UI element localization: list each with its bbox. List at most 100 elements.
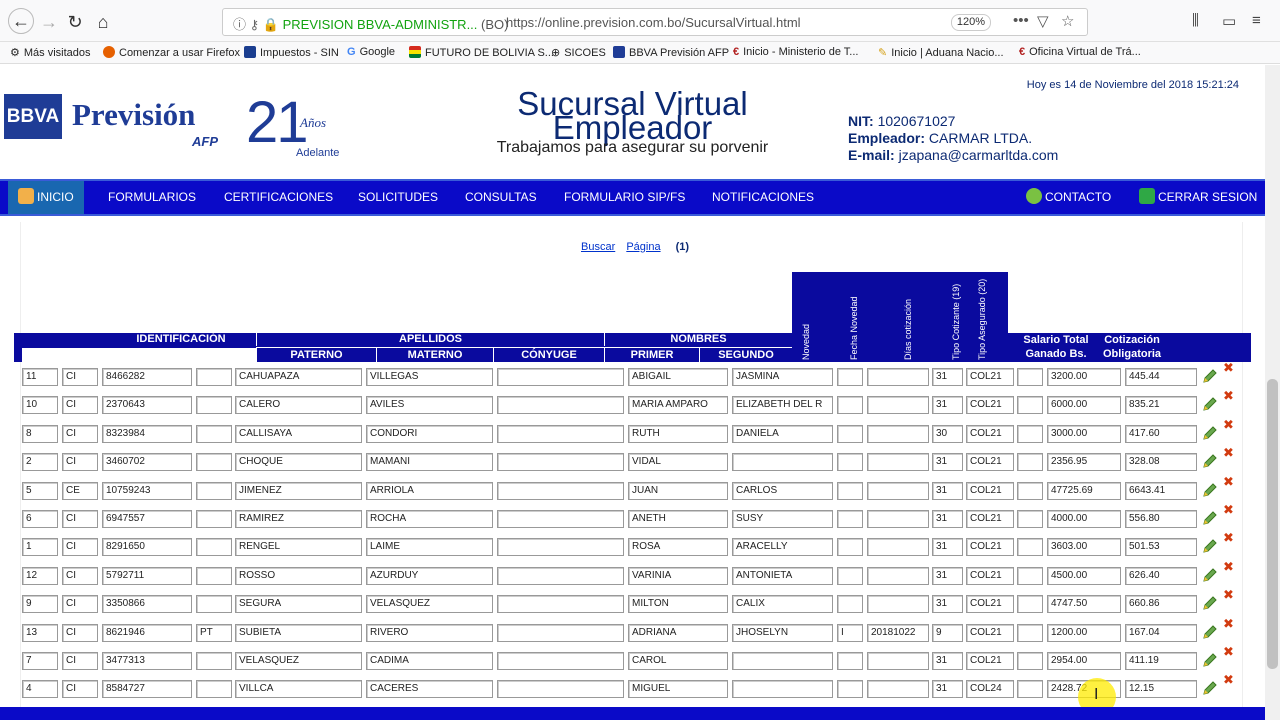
edit-pencil-icon[interactable] — [1202, 396, 1218, 412]
cell-fecha-novedad[interactable] — [867, 566, 929, 585]
cell-tipo-cotizante[interactable]: COL21 — [966, 453, 1014, 472]
cell-primer-nombre[interactable]: VIDAL — [628, 453, 728, 472]
cell-row-number[interactable]: 12 — [22, 566, 58, 585]
cell-doc-number[interactable]: 8584727 — [102, 680, 192, 699]
cell-novedad[interactable] — [837, 595, 863, 614]
cell-doc-number[interactable]: 3477313 — [102, 652, 192, 670]
cell-dias-cotizacion[interactable]: 31 — [932, 481, 963, 500]
cell-row-number[interactable]: 2 — [22, 453, 58, 472]
cell-dias-cotizacion[interactable]: 31 — [932, 453, 963, 472]
edit-pencil-icon[interactable] — [1202, 538, 1218, 554]
cell-segundo-nombre[interactable]: ANTONIETA — [732, 566, 833, 585]
delete-icon[interactable]: ✖ — [1223, 446, 1235, 459]
cell-tipo-cotizante[interactable]: COL21 — [966, 396, 1014, 415]
cell-doc-number[interactable]: 8323984 — [102, 424, 192, 443]
cell-fecha-novedad[interactable] — [867, 538, 929, 557]
zoom-indicator[interactable]: 120% — [951, 14, 991, 31]
cell-apellido-materno[interactable]: CADIMA — [366, 652, 493, 670]
cell-apellido-materno[interactable]: ARRIOLA — [366, 481, 493, 500]
home-icon[interactable]: ⌂ — [92, 11, 114, 33]
cell-cotizacion-obligatoria[interactable]: 835.21 — [1125, 396, 1197, 415]
cell-salario-total[interactable]: 6000.00 — [1047, 396, 1121, 415]
edit-pencil-icon[interactable] — [1202, 453, 1218, 469]
cell-doc-extension[interactable] — [196, 595, 232, 614]
site-identity[interactable]: ⓘ ⚷ 🔒 PREVISION BBVA-ADMINISTR... (BO) — [233, 14, 508, 33]
cell-fecha-novedad[interactable] — [867, 396, 929, 415]
cell-tipo-asegurado[interactable] — [1017, 623, 1043, 642]
cell-cotizacion-obligatoria[interactable]: 12.15 — [1125, 680, 1197, 699]
delete-icon[interactable]: ✖ — [1223, 560, 1235, 573]
bookmark-item[interactable]: ✎ Inicio | Aduana Nacio... — [878, 46, 1004, 59]
cell-dias-cotizacion[interactable]: 30 — [932, 424, 963, 443]
delete-icon[interactable]: ✖ — [1223, 617, 1235, 630]
cell-salario-total[interactable]: 2954.00 — [1047, 652, 1121, 670]
cell-dias-cotizacion[interactable]: 31 — [932, 396, 963, 415]
cell-row-number[interactable]: 13 — [22, 623, 58, 642]
cell-apellido-paterno[interactable]: VILLCA — [235, 680, 362, 699]
cell-novedad[interactable] — [837, 424, 863, 443]
cell-tipo-asegurado[interactable] — [1017, 510, 1043, 528]
cell-apellido-conyuge[interactable] — [497, 396, 624, 415]
cell-novedad[interactable] — [837, 652, 863, 670]
cell-novedad[interactable] — [837, 538, 863, 557]
cell-fecha-novedad[interactable] — [867, 595, 929, 614]
cell-doc-number[interactable]: 5792711 — [102, 566, 192, 585]
cell-tipo-asegurado[interactable] — [1017, 481, 1043, 500]
delete-icon[interactable]: ✖ — [1223, 588, 1235, 601]
cell-tipo-cotizante[interactable]: COL21 — [966, 510, 1014, 528]
forward-arrow-icon[interactable]: → — [38, 11, 60, 33]
cell-apellido-paterno[interactable]: SEGURA — [235, 595, 362, 614]
edit-pencil-icon[interactable] — [1202, 567, 1218, 583]
delete-icon[interactable]: ✖ — [1223, 418, 1235, 431]
cell-apellido-paterno[interactable]: CALERO — [235, 396, 362, 415]
cell-apellido-materno[interactable]: RIVERO — [366, 623, 493, 642]
cell-fecha-novedad[interactable] — [867, 510, 929, 528]
cell-tipo-cotizante[interactable]: COL21 — [966, 424, 1014, 443]
cell-cotizacion-obligatoria[interactable]: 167.04 — [1125, 623, 1197, 642]
delete-icon[interactable]: ✖ — [1223, 673, 1235, 686]
cell-doc-type[interactable]: CI — [62, 595, 98, 614]
menu-notificaciones[interactable]: NOTIFICACIONES — [712, 181, 814, 214]
cell-fecha-novedad[interactable]: 20181022 — [867, 623, 929, 642]
cell-apellido-paterno[interactable]: CHOQUE — [235, 453, 362, 472]
cell-doc-type[interactable]: CI — [62, 368, 98, 386]
cell-tipo-cotizante[interactable]: COL24 — [966, 680, 1014, 699]
cell-row-number[interactable]: 7 — [22, 652, 58, 670]
cell-row-number[interactable]: 6 — [22, 510, 58, 528]
library-icon[interactable]: ⫼ — [1192, 12, 1199, 29]
cell-primer-nombre[interactable]: ROSA — [628, 538, 728, 557]
delete-icon[interactable]: ✖ — [1223, 475, 1235, 488]
cell-fecha-novedad[interactable] — [867, 481, 929, 500]
cell-apellido-paterno[interactable]: CAHUAPAZA — [235, 368, 362, 386]
cell-apellido-conyuge[interactable] — [497, 510, 624, 528]
cell-segundo-nombre[interactable]: CALIX — [732, 595, 833, 614]
cell-doc-number[interactable]: 8621946 — [102, 623, 192, 642]
delete-icon[interactable]: ✖ — [1223, 503, 1235, 516]
cell-segundo-nombre[interactable]: DANIELA — [732, 424, 833, 443]
cell-salario-total[interactable]: 47725.69 — [1047, 481, 1121, 500]
cell-doc-number[interactable]: 6947557 — [102, 510, 192, 528]
cell-doc-type[interactable]: CI — [62, 652, 98, 670]
cell-segundo-nombre[interactable] — [732, 652, 833, 670]
menu-inicio[interactable]: INICIO — [8, 181, 84, 214]
cell-row-number[interactable]: 11 — [22, 368, 58, 386]
bookmark-item[interactable]: BBVA Previsión AFP — [613, 46, 729, 59]
cell-segundo-nombre[interactable] — [732, 453, 833, 472]
cell-salario-total[interactable]: 3000.00 — [1047, 424, 1121, 443]
cell-apellido-materno[interactable]: AZURDUY — [366, 566, 493, 585]
cell-apellido-paterno[interactable]: SUBIETA — [235, 623, 362, 642]
bookmark-item[interactable]: Impuestos - SIN — [244, 46, 339, 59]
cell-doc-number[interactable]: 3350866 — [102, 595, 192, 614]
cell-segundo-nombre[interactable]: ELIZABETH DEL R — [732, 396, 833, 415]
cell-novedad[interactable]: I — [837, 623, 863, 642]
edit-pencil-icon[interactable] — [1202, 482, 1218, 498]
menu-certificaciones[interactable]: CERTIFICACIONES — [224, 181, 333, 214]
bookmark-item[interactable]: € Inicio - Ministerio de T... — [733, 46, 858, 58]
cell-apellido-conyuge[interactable] — [497, 680, 624, 699]
cell-doc-extension[interactable] — [196, 453, 232, 472]
cell-dias-cotizacion[interactable]: 31 — [932, 652, 963, 670]
cell-row-number[interactable]: 10 — [22, 396, 58, 415]
cell-dias-cotizacion[interactable]: 31 — [932, 680, 963, 699]
cell-primer-nombre[interactable]: CAROL — [628, 652, 728, 670]
cell-doc-extension[interactable] — [196, 538, 232, 557]
